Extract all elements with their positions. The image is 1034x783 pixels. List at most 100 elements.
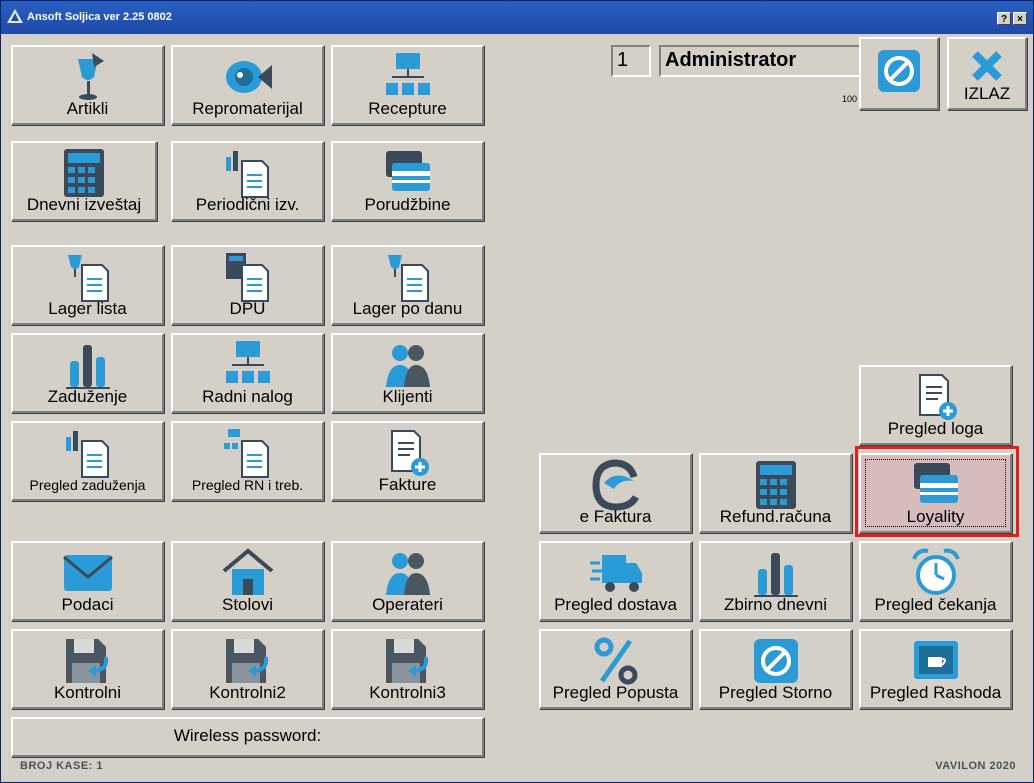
floppy-icon: [385, 639, 428, 683]
pregled-cekanja-label: Pregled čekanja: [874, 595, 997, 614]
loyality-button[interactable]: Loyality: [859, 453, 1012, 533]
people-icon: [385, 553, 430, 595]
envelope-icon: [62, 555, 113, 591]
fish-icon: [225, 61, 272, 93]
cards-icon: [385, 151, 430, 191]
cards-icon: [913, 463, 958, 503]
recepture-button[interactable]: Recepture: [331, 45, 484, 125]
lager-lista-label: Lager lista: [48, 299, 127, 318]
glass-doc-icon: [387, 255, 429, 302]
pregled-loga-button[interactable]: Pregled loga: [859, 365, 1012, 445]
user-number-field: 1: [611, 45, 651, 77]
e-logo-icon: [591, 459, 639, 511]
kontrolni3-button[interactable]: Kontrolni3: [331, 629, 484, 709]
vendor-status: VAVILON 2020: [935, 760, 1016, 772]
e-faktura-label: e Faktura: [579, 507, 652, 526]
hier-doc-icon: [223, 429, 269, 478]
repromaterijal-label: Repromaterijal: [192, 99, 303, 118]
loyality-label: Loyality: [906, 507, 965, 526]
percent-icon: [594, 637, 637, 685]
dpu-label: DPU: [229, 299, 266, 318]
e-faktura-button[interactable]: e Faktura: [539, 453, 692, 533]
wireless-password-button[interactable]: Wireless password:: [11, 717, 484, 757]
pregled-popusta-label: Pregled Popusta: [552, 683, 679, 702]
zaduzenje-label: Zaduženje: [47, 387, 128, 406]
register-number-status: BROJ KASE: 1: [20, 760, 104, 772]
fakture-button[interactable]: Fakture: [331, 421, 484, 501]
pregled-dostava-label: Pregled dostava: [554, 595, 677, 614]
klijenti-label: Klijenti: [382, 387, 433, 406]
pregled-zaduzenja-button[interactable]: Pregled zaduženja: [11, 421, 164, 501]
zaduzenje-button[interactable]: Zaduženje: [11, 333, 164, 413]
lager-po-danu-button[interactable]: Lager po danu: [331, 245, 484, 325]
zbirno-dnevni-label: Zbirno dnevni: [723, 595, 827, 614]
radni-nalog-button[interactable]: Radni nalog: [171, 333, 324, 413]
porudzbine-button[interactable]: Porudžbine: [331, 141, 484, 221]
radni-nalog-label: Radni nalog: [202, 387, 293, 406]
window-title: Ansoft Soljica ver 2.25 0802: [27, 11, 172, 23]
help-button[interactable]: ?: [997, 12, 1011, 25]
operateri-button[interactable]: Operateri: [331, 541, 484, 621]
pregled-storno-label: Pregled Storno: [718, 683, 833, 702]
kontrolni-label: Kontrolni: [53, 683, 122, 702]
alarm-clock-icon: [911, 548, 960, 595]
small-counter: 100: [842, 94, 858, 104]
pregled-rashoda-label: Pregled Rashoda: [869, 683, 1002, 702]
pregled-zaduzenja-label: Pregled zaduženja: [29, 477, 146, 493]
pregled-cekanja-button[interactable]: Pregled čekanja: [859, 541, 1012, 621]
pregled-storno-button[interactable]: Pregled Storno: [699, 629, 852, 709]
floppy-icon: [65, 639, 108, 683]
pregled-loga-label: Pregled loga: [887, 419, 984, 438]
glass-doc-icon: [67, 255, 109, 302]
pregled-rashoda-button[interactable]: Pregled Rashoda: [859, 629, 1012, 709]
doc-plus-icon: [390, 430, 429, 476]
truck-icon: [589, 555, 642, 592]
refund-racuna-label: Refund.računa: [719, 507, 832, 526]
calculator-icon: [755, 461, 796, 509]
zbirno-dnevni-button[interactable]: Zbirno dnevni: [699, 541, 852, 621]
doc-plus-icon: [918, 374, 957, 420]
dnevni-izvestaj-label: Dnevni izveštaj: [26, 195, 142, 214]
house-icon: [222, 548, 273, 595]
periodicni-izv-label: Periodični izv.: [195, 195, 300, 214]
cancel-circle-icon: [753, 639, 798, 683]
chart-doc-icon: [225, 151, 269, 198]
kontrolni2-label: Kontrolni2: [209, 683, 286, 702]
chart-doc-icon: [65, 431, 109, 478]
klijenti-button[interactable]: Klijenti: [331, 333, 484, 413]
dpu-button[interactable]: DPU: [171, 245, 324, 325]
user-name-field: Administrator: [659, 45, 863, 77]
close-window-button[interactable]: ×: [1013, 12, 1027, 25]
pregled-rn-i-treb-button[interactable]: Pregled RN i treb.: [171, 421, 324, 501]
pregled-popusta-button[interactable]: Pregled Popusta: [539, 629, 692, 709]
wireless-password-label: Wireless password:: [173, 726, 322, 745]
stolovi-label: Stolovi: [221, 595, 274, 614]
fakture-label: Fakture: [378, 475, 437, 494]
repromaterijal-button[interactable]: Repromaterijal: [171, 45, 324, 125]
refund-racuna-button[interactable]: Refund.računa: [699, 453, 852, 533]
stolovi-button[interactable]: Stolovi: [171, 541, 324, 621]
exit-button[interactable]: IZLAZ: [947, 37, 1027, 110]
cancel-button[interactable]: [859, 37, 939, 110]
recepture-label: Recepture: [368, 99, 447, 118]
floppy-icon: [225, 639, 268, 683]
artikli-label: Artikli: [66, 99, 109, 118]
podaci-button[interactable]: Podaci: [11, 541, 164, 621]
hierarchy-icon: [225, 341, 270, 383]
calc-doc-icon: [225, 253, 269, 302]
periodicni-izv-button[interactable]: Periodični izv.: [171, 141, 324, 221]
artikli-button[interactable]: Artikli: [11, 45, 164, 125]
kontrolni2-button[interactable]: Kontrolni2: [171, 629, 324, 709]
dnevni-izvestaj-button[interactable]: Dnevni izveštaj: [11, 141, 157, 221]
main-panel: Artikli Repromaterijal Recepture Dnevni izv…: [2, 34, 1032, 782]
bar-chart-icon: [65, 345, 110, 389]
pregled-rn-i-treb-label: Pregled RN i treb.: [191, 477, 304, 493]
lager-lista-button[interactable]: Lager lista: [11, 245, 164, 325]
wine-glass-pie-icon: [77, 53, 104, 100]
pregled-dostava-button[interactable]: Pregled dostava: [539, 541, 692, 621]
kontrolni-button[interactable]: Kontrolni: [11, 629, 164, 709]
lager-po-danu-label: Lager po danu: [352, 299, 463, 318]
cancel-circle-icon: [878, 50, 920, 92]
x-close-icon: [972, 51, 1002, 81]
hierarchy-icon: [385, 53, 430, 95]
